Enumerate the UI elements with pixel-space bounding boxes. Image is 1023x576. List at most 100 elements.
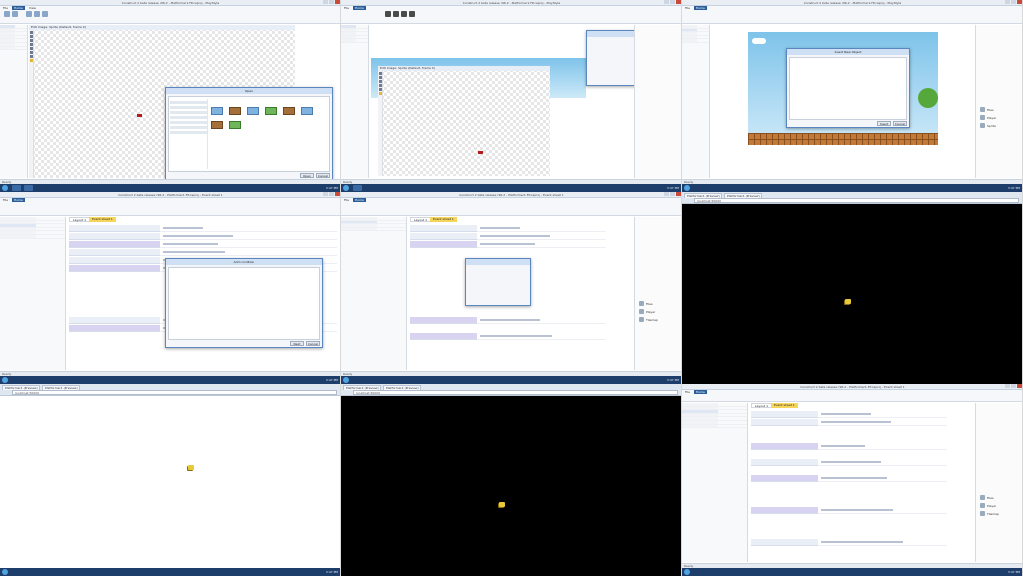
event-sheet[interactable]: Layout 1 Event sheet 1 <box>749 403 949 562</box>
event-row[interactable] <box>751 539 947 546</box>
maximize-button[interactable] <box>329 0 334 4</box>
event-row[interactable] <box>751 419 947 426</box>
file-thumb[interactable] <box>301 107 313 115</box>
file-thumb[interactable] <box>229 107 241 115</box>
project-item[interactable]: Files <box>639 301 653 306</box>
address-bar[interactable]: localhost:50000 <box>353 390 678 395</box>
ribbon-tab-home[interactable]: Home <box>12 198 25 202</box>
event-row[interactable] <box>69 241 337 248</box>
home-icon[interactable] <box>409 11 415 17</box>
tab-layout[interactable]: Layout 1 <box>69 217 91 222</box>
eraser-tool-icon[interactable] <box>379 84 382 87</box>
event-row[interactable] <box>410 225 606 232</box>
event-row[interactable] <box>751 411 947 418</box>
tab-layout[interactable]: Layout 1 <box>751 403 773 408</box>
ribbon-tab-home[interactable]: Home <box>12 6 25 10</box>
project-item[interactable]: Files <box>980 495 994 500</box>
close-button[interactable] <box>335 192 340 196</box>
project-item[interactable]: Player <box>980 115 996 120</box>
close-button[interactable] <box>676 0 681 4</box>
object-picker-menu[interactable] <box>465 258 531 306</box>
open-button[interactable]: Open <box>300 173 314 178</box>
cancel-button[interactable]: Cancel <box>316 173 330 178</box>
file-thumbnails[interactable] <box>211 107 326 129</box>
event-row[interactable] <box>69 225 337 232</box>
close-button[interactable] <box>1017 384 1022 388</box>
file-thumb[interactable] <box>265 107 277 115</box>
file-thumb[interactable] <box>211 107 223 115</box>
start-icon[interactable] <box>684 569 690 575</box>
taskbar-app[interactable] <box>12 185 21 191</box>
folder-tree[interactable] <box>170 99 208 169</box>
start-icon[interactable] <box>343 377 349 383</box>
rect-tool-icon[interactable] <box>30 51 33 54</box>
select-tool-icon[interactable] <box>30 31 33 34</box>
project-item[interactable]: Tilemap <box>980 511 999 516</box>
tab-event-sheet[interactable]: Event sheet 1 <box>430 217 457 222</box>
start-icon[interactable] <box>343 185 349 191</box>
ribbon-tab-home[interactable]: Home <box>694 6 707 10</box>
origin-tool-icon[interactable] <box>379 92 382 95</box>
taskbar-app[interactable] <box>353 185 362 191</box>
event-row[interactable] <box>69 233 337 240</box>
brush-tool-icon[interactable] <box>30 39 33 42</box>
project-item[interactable]: Player <box>980 503 996 508</box>
file-thumb[interactable] <box>211 121 223 129</box>
insert-button[interactable]: Insert <box>877 121 891 126</box>
close-button[interactable] <box>676 192 681 196</box>
file-thumb[interactable] <box>247 107 259 115</box>
event-row[interactable] <box>410 317 606 324</box>
paste-icon[interactable] <box>4 11 10 17</box>
maximize-button[interactable] <box>329 192 334 196</box>
file-thumb[interactable] <box>229 121 241 129</box>
start-icon[interactable] <box>684 185 690 191</box>
project-item[interactable]: Tilemap <box>639 317 658 322</box>
ribbon-tab-view[interactable]: View <box>27 6 38 10</box>
maximize-button[interactable] <box>1011 0 1016 4</box>
event-row[interactable] <box>751 475 947 482</box>
event-row[interactable] <box>751 507 947 514</box>
eraser-tool-icon[interactable] <box>30 43 33 46</box>
ribbon-tab-home[interactable]: Home <box>353 6 366 10</box>
address-bar[interactable]: localhost:50000 <box>694 198 1019 203</box>
snap-icon[interactable] <box>42 11 48 17</box>
fill-tool-icon[interactable] <box>30 55 33 58</box>
event-row[interactable] <box>410 333 606 340</box>
pencil-tool-icon[interactable] <box>30 35 33 38</box>
project-item[interactable]: Player <box>639 309 655 314</box>
ribbon-tab-file[interactable]: File <box>1 6 10 10</box>
pencil-tool-icon[interactable] <box>379 76 382 79</box>
close-button[interactable] <box>1017 0 1022 4</box>
run-layout-icon[interactable] <box>385 11 391 17</box>
project-item[interactable]: Sprite <box>980 123 996 128</box>
line-tool-icon[interactable] <box>379 88 382 91</box>
address-bar[interactable]: localhost:50000 <box>12 390 337 395</box>
start-icon[interactable] <box>2 185 8 191</box>
cut-icon[interactable] <box>12 11 18 17</box>
minimize-button[interactable] <box>664 0 669 4</box>
origin-tool-icon[interactable] <box>30 59 33 62</box>
maximize-button[interactable] <box>670 0 675 4</box>
minimize-button[interactable] <box>664 192 669 196</box>
ribbon-tab-home[interactable]: Home <box>694 390 707 394</box>
minimize-button[interactable] <box>1005 0 1010 4</box>
start-icon[interactable] <box>2 377 8 383</box>
grid-icon[interactable] <box>34 11 40 17</box>
next-button[interactable]: Next <box>290 341 304 346</box>
minimize-button[interactable] <box>1005 384 1010 388</box>
start-icon[interactable] <box>2 569 8 575</box>
tab-layout[interactable]: Layout 1 <box>410 217 432 222</box>
brush-tool-icon[interactable] <box>379 80 382 83</box>
select-tool-icon[interactable] <box>379 72 382 75</box>
ribbon-tab-file[interactable]: File <box>342 198 351 202</box>
file-thumb[interactable] <box>283 107 295 115</box>
ribbon-tab-file[interactable]: File <box>342 6 351 10</box>
taskbar-app[interactable] <box>24 185 33 191</box>
ribbon-tab-file[interactable]: File <box>683 390 692 394</box>
image-editor-window[interactable]: Edit image: Sprite (Default, frame 0) <box>378 66 550 176</box>
preview-icon[interactable] <box>401 11 407 17</box>
cancel-button[interactable]: Cancel <box>306 341 320 346</box>
ribbon-tab-home[interactable]: Home <box>353 198 366 202</box>
ribbon-tab-file[interactable]: File <box>1 198 10 202</box>
context-menu[interactable] <box>586 30 638 86</box>
